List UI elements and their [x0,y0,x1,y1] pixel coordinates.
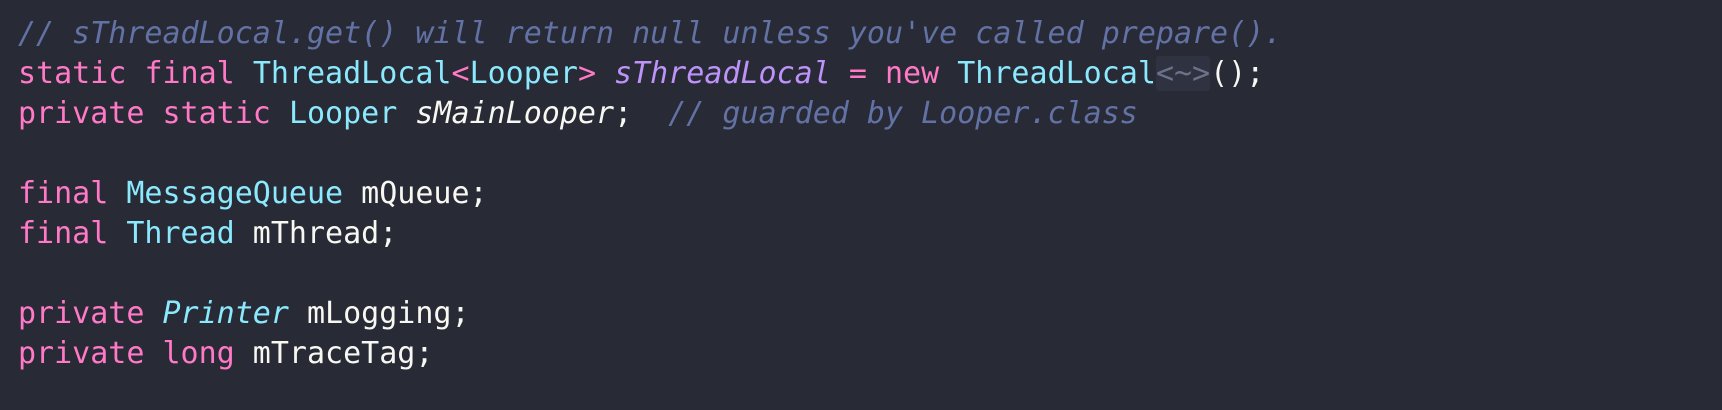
code-lines: // sThreadLocal.get() will return null u… [18,14,1722,374]
code-line[interactable]: private Printer mLogging; [18,294,1722,334]
code-keyword: static [18,56,127,91]
code-text: ; [614,96,669,131]
code-keyword: private [18,296,145,331]
code-folded-generic[interactable]: <~> [1155,56,1211,91]
code-type: MessageQueue [126,176,344,211]
code-keyword: final [18,176,109,211]
code-line[interactable] [18,254,1722,294]
code-keyword: = [848,56,867,91]
code-type: Thread [126,216,235,251]
code-line[interactable]: private static Looper sMainLooper; // gu… [18,94,1722,134]
code-type: Looper [288,96,398,131]
code-type: Printer [162,296,289,331]
code-keyword: new [885,56,940,91]
code-comment: // sThreadLocal.get() will return null u… [18,16,1283,51]
code-static-field: sThreadLocal [614,56,831,91]
code-identifier: sMainLooper [415,96,615,131]
code-line[interactable]: final MessageQueue mQueue; [18,174,1722,214]
code-keyword: < [451,56,470,91]
code-keyword: static [162,96,271,131]
code-type: Looper [469,56,578,91]
code-text: mThread; [234,216,398,251]
code-keyword: final [18,216,109,251]
code-keyword: final [144,56,235,91]
code-comment: // guarded by Looper.class [668,96,1138,131]
code-type: ThreadLocal [252,56,452,91]
code-text: mTraceTag; [234,336,434,371]
code-line[interactable]: // sThreadLocal.get() will return null u… [18,14,1722,54]
code-text: mLogging; [288,296,470,331]
code-text: mQueue; [343,176,488,211]
code-text: (); [1210,56,1265,91]
code-line[interactable]: final Thread mThread; [18,214,1722,254]
code-keyword: private [18,336,145,371]
code-keyword: private [18,96,145,131]
code-line[interactable]: static final ThreadLocal<Looper> sThread… [18,54,1722,94]
code-line[interactable]: private long mTraceTag; [18,334,1722,374]
code-editor[interactable]: // sThreadLocal.get() will return null u… [0,0,1722,410]
code-keyword: > [577,56,596,91]
code-line[interactable] [18,134,1722,174]
code-keyword: long [162,336,235,371]
code-type: ThreadLocal [957,56,1156,91]
